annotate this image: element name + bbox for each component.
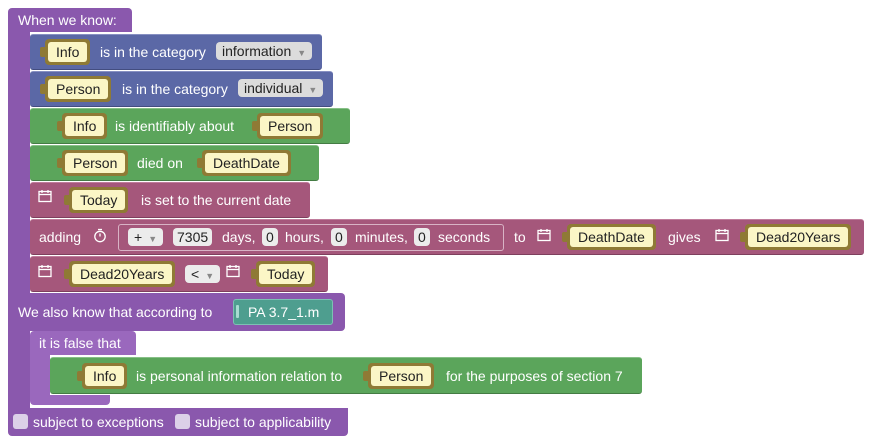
minutes-input[interactable]: 0 [331,228,347,246]
source-tab [236,305,239,318]
also-know-label: We also know that according to [18,304,213,320]
relation-tail-text: for the purposes of section 7 [446,368,623,384]
variable-info[interactable]: Info [57,113,108,139]
days-input[interactable]: 7305 [173,228,213,246]
relation-text: is identifiably about [115,118,235,134]
variable-deathdate[interactable]: DeathDate [197,150,291,176]
negation-label: it is false that [39,335,121,351]
variable-deathdate[interactable]: DeathDate [562,224,656,250]
variable-today[interactable]: Today [64,187,129,213]
days-label: days, [222,229,256,245]
chevron-down-icon: ▼ [205,271,215,281]
chevron-down-icon: ▼ [148,234,158,244]
category-dropdown[interactable]: information ▼ [216,42,313,60]
hours-input[interactable]: 0 [262,228,278,246]
calendar-icon [226,264,240,281]
comparison-operator-dropdown[interactable]: < ▼ [185,265,221,283]
variable-person[interactable]: Person [57,150,129,176]
chevron-down-icon: ▼ [297,48,307,58]
seconds-input[interactable]: 0 [414,228,430,246]
exceptions-label: subject to exceptions [33,414,164,430]
calendar-icon [715,228,729,245]
root-left-rail [8,30,30,295]
variable-info[interactable]: Info [40,39,91,65]
hours-label: hours, [285,229,324,245]
seconds-label: seconds [438,229,491,245]
to-label: to [514,229,526,245]
negation-rail [30,353,50,398]
root-header-label: When we know: [18,12,117,28]
gives-label: gives [668,229,701,245]
applicability-checkbox[interactable] [175,414,190,429]
negation-bottom [30,395,110,405]
source-label: PA 3.7_1.m [248,304,320,320]
variable-person[interactable]: Person [252,113,324,139]
stopwatch-icon [93,228,107,246]
category-text: is in the category [100,44,206,60]
minutes-label: minutes, [355,229,408,245]
variable-person[interactable]: Person [40,76,112,102]
relation-text: is personal information relation to [136,368,343,384]
adding-label: adding [39,229,82,245]
category-dropdown[interactable]: individual ▼ [238,79,324,97]
variable-dead20years[interactable]: Dead20Years [740,224,852,250]
variable-person[interactable]: Person [363,363,435,389]
exceptions-checkbox[interactable] [13,414,28,429]
variable-today[interactable]: Today [251,261,316,287]
date-text: is set to the current date [141,192,292,208]
relation-text: died on [137,155,183,171]
applicability-label: subject to applicability [195,414,332,430]
variable-info[interactable]: Info [77,363,128,389]
category-text: is in the category [122,81,228,97]
calendar-icon [38,189,52,206]
calendar-icon [537,228,551,245]
calendar-icon [38,264,52,281]
chevron-down-icon: ▼ [308,85,318,95]
root-left-rail-lower [8,330,30,410]
variable-dead20years[interactable]: Dead20Years [64,261,176,287]
operator-dropdown[interactable]: + ▼ [128,228,164,246]
